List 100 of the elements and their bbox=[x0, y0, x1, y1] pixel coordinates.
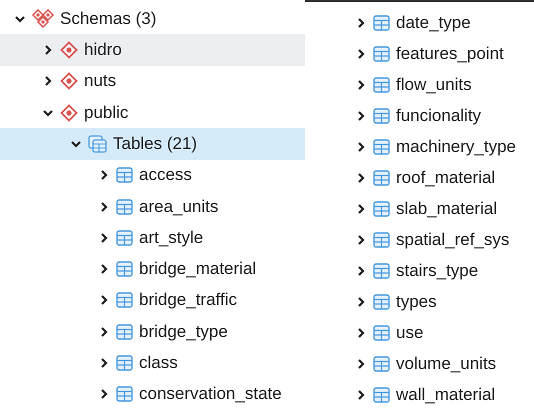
tree-item-label: machinery_type bbox=[396, 136, 516, 156]
tree-item[interactable]: slab_material bbox=[355, 193, 534, 224]
tree-item[interactable]: public bbox=[0, 96, 305, 128]
tree-item-label: funcionality bbox=[396, 106, 482, 126]
tree-item[interactable]: bridge_traffic bbox=[0, 284, 305, 316]
tree-item-label: bridge_material bbox=[139, 259, 256, 280]
tree-item[interactable]: date_type bbox=[355, 7, 534, 38]
tree-item-label: types bbox=[396, 292, 437, 312]
tree-item-label: bridge_traffic bbox=[139, 290, 237, 310]
chevron-right-icon[interactable] bbox=[355, 78, 367, 90]
chevron-right-icon[interactable] bbox=[355, 296, 367, 308]
table-icon bbox=[373, 324, 390, 340]
table-icon bbox=[373, 262, 390, 278]
chevron-right-icon[interactable] bbox=[98, 326, 110, 338]
table-icon bbox=[373, 232, 390, 248]
chevron-right-icon[interactable] bbox=[98, 169, 110, 182]
tree-item[interactable]: spatial_ref_sys bbox=[355, 224, 534, 255]
chevron-right-icon[interactable] bbox=[355, 16, 367, 28]
tree-item[interactable]: funcionality bbox=[355, 100, 534, 131]
tables-icon bbox=[88, 134, 107, 153]
table-icon bbox=[373, 356, 390, 372]
tree-item[interactable]: features_point bbox=[355, 38, 534, 69]
tree-item[interactable]: stairs_type bbox=[355, 255, 534, 286]
diamond-icon bbox=[60, 72, 78, 90]
tree-item-label: volume_units bbox=[396, 354, 496, 374]
table-icon bbox=[116, 355, 133, 372]
table-icon bbox=[373, 108, 390, 124]
tree-item[interactable]: class bbox=[0, 347, 305, 379]
tree-item-label: Tables (21) bbox=[113, 134, 198, 154]
tree-item-label: access bbox=[139, 165, 192, 186]
chevron-right-icon[interactable] bbox=[98, 294, 110, 306]
tree-item[interactable]: wall_material bbox=[355, 379, 534, 410]
tree-item[interactable]: art_style bbox=[0, 222, 305, 254]
tree-item[interactable]: machinery_type bbox=[355, 131, 534, 162]
tree-item-label: art_style bbox=[139, 228, 204, 248]
tree-item-label: area_units bbox=[139, 196, 218, 217]
chevron-right-icon[interactable] bbox=[355, 48, 367, 60]
tree-item-label: roof_material bbox=[396, 168, 496, 188]
tree-item[interactable]: roof_material bbox=[355, 162, 534, 193]
table-icon bbox=[116, 292, 133, 308]
chevron-right-icon[interactable] bbox=[355, 264, 367, 276]
tree-item[interactable]: access bbox=[0, 160, 305, 191]
tree-item[interactable]: volume_units bbox=[355, 348, 534, 379]
table-icon bbox=[116, 386, 133, 402]
tree-item-label: flow_units bbox=[396, 74, 472, 94]
chevron-right-icon[interactable] bbox=[42, 44, 54, 56]
tree-item[interactable]: use bbox=[355, 317, 534, 348]
table-icon bbox=[116, 230, 133, 246]
table-icon bbox=[373, 386, 390, 402]
tree-item[interactable]: bridge_type bbox=[0, 316, 305, 348]
tree-item-label: slab_material bbox=[396, 198, 498, 218]
table-icon bbox=[373, 14, 390, 30]
tree-item-label: nuts bbox=[84, 71, 116, 92]
chevron-right-icon[interactable] bbox=[98, 388, 110, 400]
chevron-right-icon[interactable] bbox=[98, 200, 110, 213]
tree-item[interactable]: conservation_state bbox=[0, 378, 305, 410]
tree-item[interactable]: types bbox=[355, 286, 534, 317]
tree-item-label: features_point bbox=[396, 44, 504, 64]
chevron-right-icon[interactable] bbox=[98, 357, 110, 370]
chevron-right-icon[interactable] bbox=[355, 388, 367, 400]
table-icon bbox=[116, 198, 133, 215]
tree-item-label: date_type bbox=[396, 12, 471, 32]
tree-item[interactable]: area_units bbox=[0, 190, 305, 222]
chevron-right-icon[interactable] bbox=[42, 75, 54, 88]
chevron-right-icon[interactable] bbox=[355, 140, 367, 152]
chevron-right-icon[interactable] bbox=[355, 326, 367, 338]
diamonds-icon bbox=[32, 8, 54, 29]
diamond-icon bbox=[60, 40, 78, 59]
diamond-icon bbox=[60, 104, 78, 122]
tree-item-label: public bbox=[84, 102, 128, 123]
chevron-right-icon[interactable] bbox=[355, 172, 367, 184]
table-icon bbox=[373, 200, 390, 216]
table-icon bbox=[373, 46, 390, 62]
tree-item-label: Schemas (3) bbox=[60, 8, 156, 29]
tree-item-label: conservation_state bbox=[139, 384, 282, 404]
tree-item[interactable]: hidro bbox=[0, 34, 305, 66]
chevron-right-icon[interactable] bbox=[355, 110, 367, 122]
tree-item[interactable]: Tables (21) bbox=[0, 128, 305, 160]
chevron-right-icon[interactable] bbox=[98, 232, 110, 244]
table-icon bbox=[373, 76, 390, 92]
table-icon bbox=[116, 261, 133, 278]
chevron-right-icon[interactable] bbox=[355, 234, 367, 246]
tree-item-label: use bbox=[396, 322, 424, 342]
table-icon bbox=[116, 167, 133, 184]
tree-item-label: spatial_ref_sys bbox=[396, 230, 510, 250]
table-icon bbox=[373, 170, 390, 186]
tree-item[interactable]: Schemas (3) bbox=[0, 3, 305, 34]
table-icon bbox=[373, 294, 390, 310]
chevron-right-icon[interactable] bbox=[355, 358, 367, 370]
table-icon bbox=[373, 138, 390, 154]
tree-item[interactable]: nuts bbox=[0, 66, 305, 97]
tree-item-label: bridge_type bbox=[139, 322, 228, 342]
tree-item[interactable]: bridge_material bbox=[0, 254, 305, 285]
table-icon bbox=[116, 324, 133, 340]
tree-item-label: hidro bbox=[84, 40, 122, 60]
tree-item-label: wall_material bbox=[396, 384, 496, 404]
chevron-right-icon[interactable] bbox=[355, 202, 367, 214]
tree-item[interactable]: flow_units bbox=[355, 69, 534, 100]
chevron-right-icon[interactable] bbox=[98, 263, 110, 276]
tree-item-label: class bbox=[139, 353, 178, 374]
